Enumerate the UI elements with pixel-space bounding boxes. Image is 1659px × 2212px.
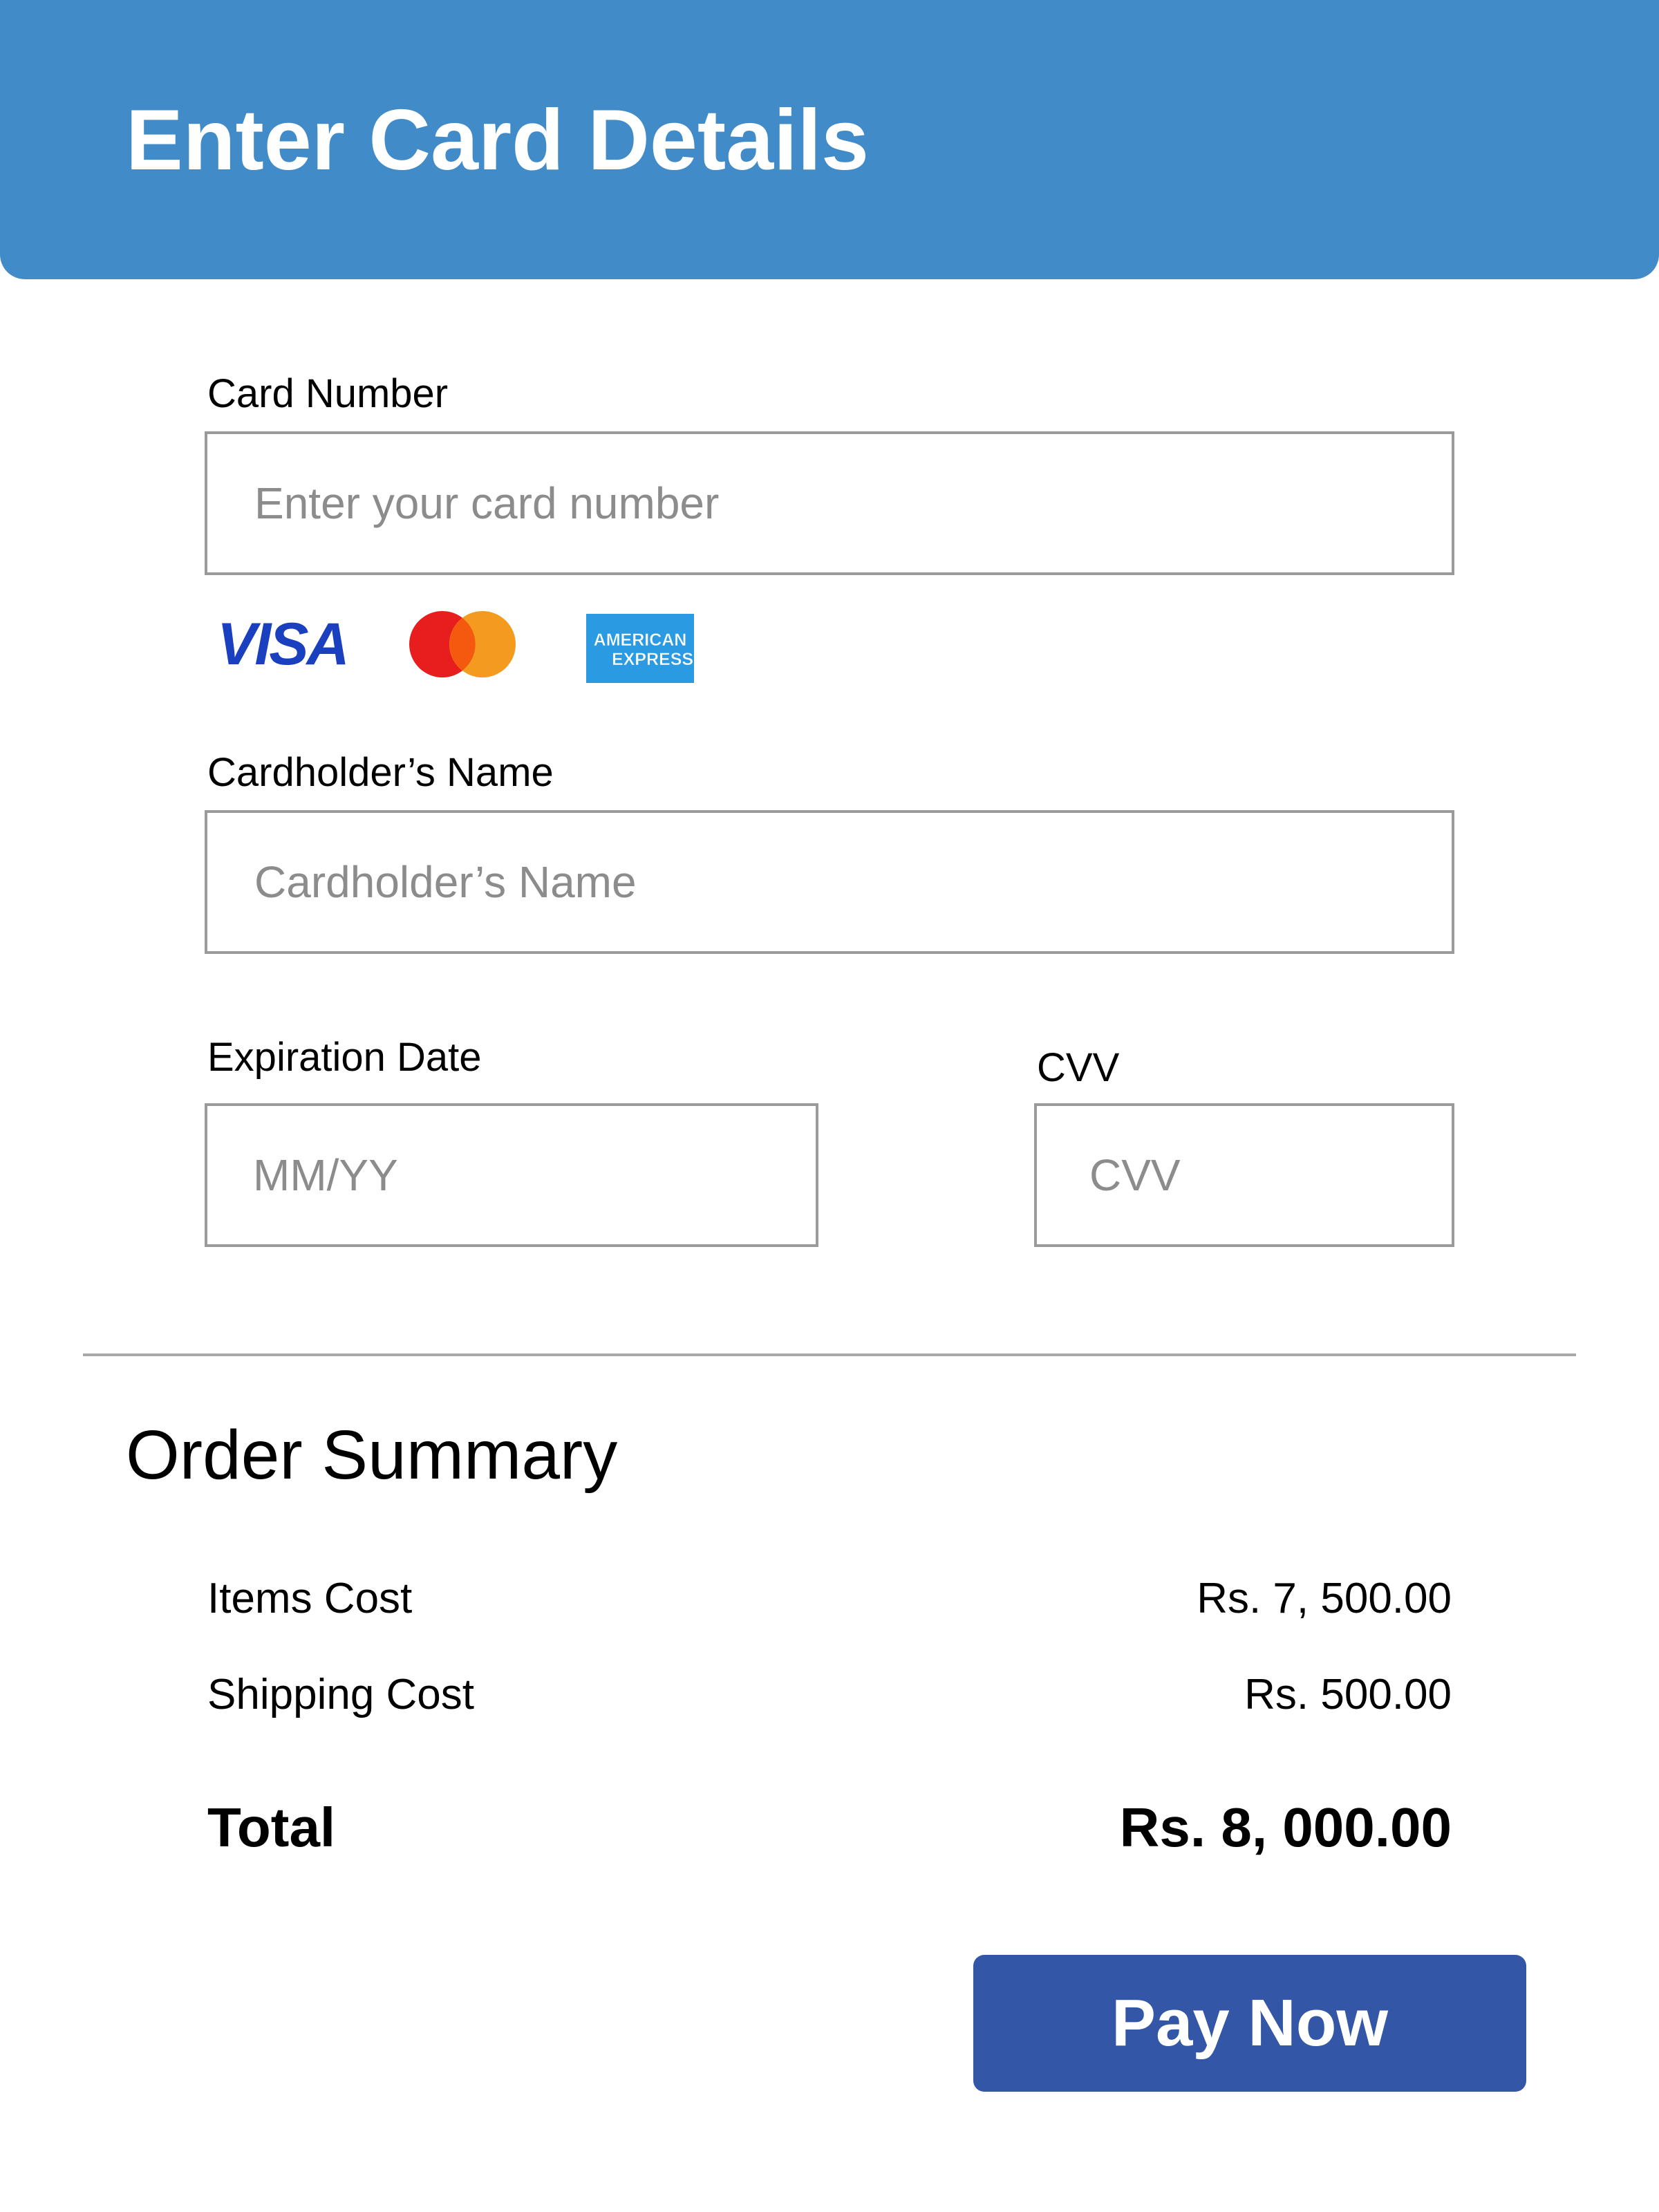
visa-logo-text: VISA bbox=[217, 612, 348, 674]
pay-now-button[interactable]: Pay Now bbox=[973, 1955, 1526, 2092]
page-title: Enter Card Details bbox=[126, 93, 870, 188]
expiration-date-input[interactable] bbox=[205, 1103, 818, 1247]
cvv-input[interactable] bbox=[1034, 1103, 1454, 1247]
page-header: Enter Card Details bbox=[0, 0, 1659, 279]
items-cost-value: Rs. 7, 500.00 bbox=[1197, 1575, 1452, 1622]
expiration-date-label: Expiration Date bbox=[207, 1035, 482, 1080]
cardholder-name-label: Cardholder’s Name bbox=[207, 750, 554, 795]
card-number-label: Card Number bbox=[207, 371, 449, 416]
section-divider bbox=[83, 1353, 1576, 1356]
shipping-cost-label: Shipping Cost bbox=[207, 1671, 475, 1718]
cardholder-name-input[interactable] bbox=[205, 810, 1454, 954]
shipping-cost-value: Rs. 500.00 bbox=[1244, 1671, 1452, 1718]
visa-logo-icon: VISA bbox=[217, 612, 350, 674]
cvv-label: CVV bbox=[1037, 1045, 1120, 1090]
amex-logo-icon: AMERICAN EXPRESS bbox=[586, 614, 694, 683]
total-label: Total bbox=[207, 1797, 336, 1858]
order-summary-title: Order Summary bbox=[126, 1416, 618, 1494]
amex-logo-line2: EXPRESS bbox=[612, 650, 693, 669]
items-cost-label: Items Cost bbox=[207, 1575, 413, 1622]
amex-logo-line1: AMERICAN bbox=[594, 630, 687, 650]
mastercard-logo-icon bbox=[409, 611, 516, 677]
total-value: Rs. 8, 000.00 bbox=[1119, 1797, 1452, 1858]
card-number-input[interactable] bbox=[205, 431, 1454, 575]
